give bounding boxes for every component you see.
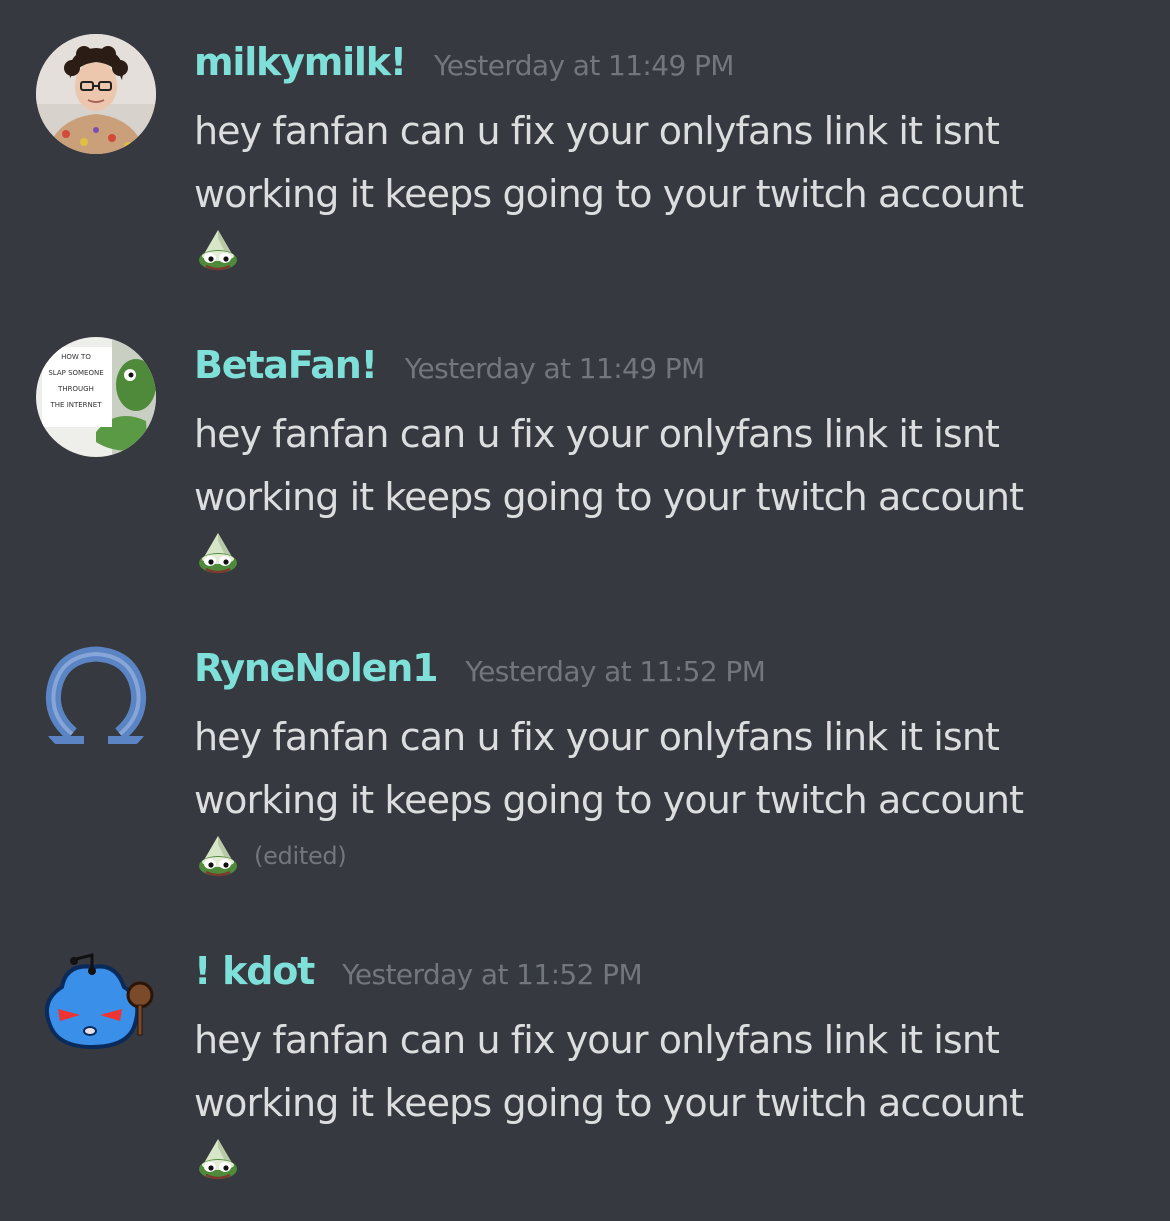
message-text-line: working it keeps going to your twitch ac… (194, 172, 1024, 216)
avatar-caption: THE INTERNET (50, 401, 103, 409)
pepe-wizard-emote[interactable] (196, 531, 240, 575)
message-content: hey fanfan can u fix your onlyfans link … (194, 1009, 1154, 1135)
blue-blob-avatar-icon (45, 953, 154, 1050)
message-text-line: working it keeps going to your twitch ac… (194, 778, 1024, 822)
omega-logo-icon (36, 640, 156, 760)
emote-row (196, 529, 240, 577)
timestamp: Yesterday at 11:49 PM (404, 352, 706, 385)
timestamp: Yesterday at 11:49 PM (433, 49, 735, 82)
message-item: HOW TO SLAP SOMEONE THROUGH THE INTERNET… (0, 315, 1170, 615)
avatar[interactable] (36, 34, 156, 154)
avatar-photo-woman (36, 34, 156, 154)
message-header: BetaFan! Yesterday at 11:49 PM (194, 343, 705, 403)
avatar[interactable]: HOW TO SLAP SOMEONE THROUGH THE INTERNET (36, 337, 156, 457)
message-item: milkymilk! Yesterday at 11:49 PM hey fan… (0, 12, 1170, 312)
message-text-line: hey fanfan can u fix your onlyfans link … (194, 109, 1000, 153)
message-item: ! kdot Yesterday at 11:52 PM hey fanfan … (0, 921, 1170, 1221)
avatar-meme-kermit: HOW TO SLAP SOMEONE THROUGH THE INTERNET (36, 337, 156, 457)
timestamp: Yesterday at 11:52 PM (465, 655, 766, 688)
username[interactable]: RyneNolen1 (194, 646, 439, 690)
message-text-line: hey fanfan can u fix your onlyfans link … (194, 412, 1000, 456)
message-header: milkymilk! Yesterday at 11:49 PM (194, 40, 734, 100)
message-content: hey fanfan can u fix your onlyfans link … (194, 403, 1154, 529)
message-text-line: hey fanfan can u fix your onlyfans link … (194, 1018, 1000, 1062)
username[interactable]: BetaFan! (194, 343, 378, 387)
message-header: RyneNolen1 Yesterday at 11:52 PM (194, 646, 766, 706)
message-item: RyneNolen1 Yesterday at 11:52 PM hey fan… (0, 618, 1170, 918)
message-text-line: hey fanfan can u fix your onlyfans link … (194, 715, 1000, 759)
username[interactable]: milkymilk! (194, 40, 407, 84)
emote-row: (edited) (196, 832, 347, 880)
message-content: hey fanfan can u fix your onlyfans link … (194, 706, 1154, 832)
avatar-caption: THROUGH (57, 385, 94, 393)
emote-row (196, 226, 240, 274)
timestamp: Yesterday at 11:52 PM (342, 958, 643, 991)
pepe-wizard-emote[interactable] (196, 228, 240, 272)
message-header: ! kdot Yesterday at 11:52 PM (194, 949, 643, 1009)
avatar-caption: HOW TO (61, 353, 91, 361)
emote-row (196, 1135, 240, 1183)
message-content: hey fanfan can u fix your onlyfans link … (194, 100, 1154, 226)
message-text-line: working it keeps going to your twitch ac… (194, 475, 1024, 519)
avatar[interactable] (36, 640, 156, 760)
edited-label: (edited) (254, 842, 347, 870)
username[interactable]: ! kdot (194, 949, 315, 993)
message-text-line: working it keeps going to your twitch ac… (194, 1081, 1024, 1125)
pepe-wizard-emote[interactable] (196, 1137, 240, 1181)
pepe-wizard-emote[interactable] (196, 834, 240, 878)
avatar-caption: SLAP SOMEONE (48, 369, 103, 377)
avatar[interactable] (36, 943, 156, 1063)
